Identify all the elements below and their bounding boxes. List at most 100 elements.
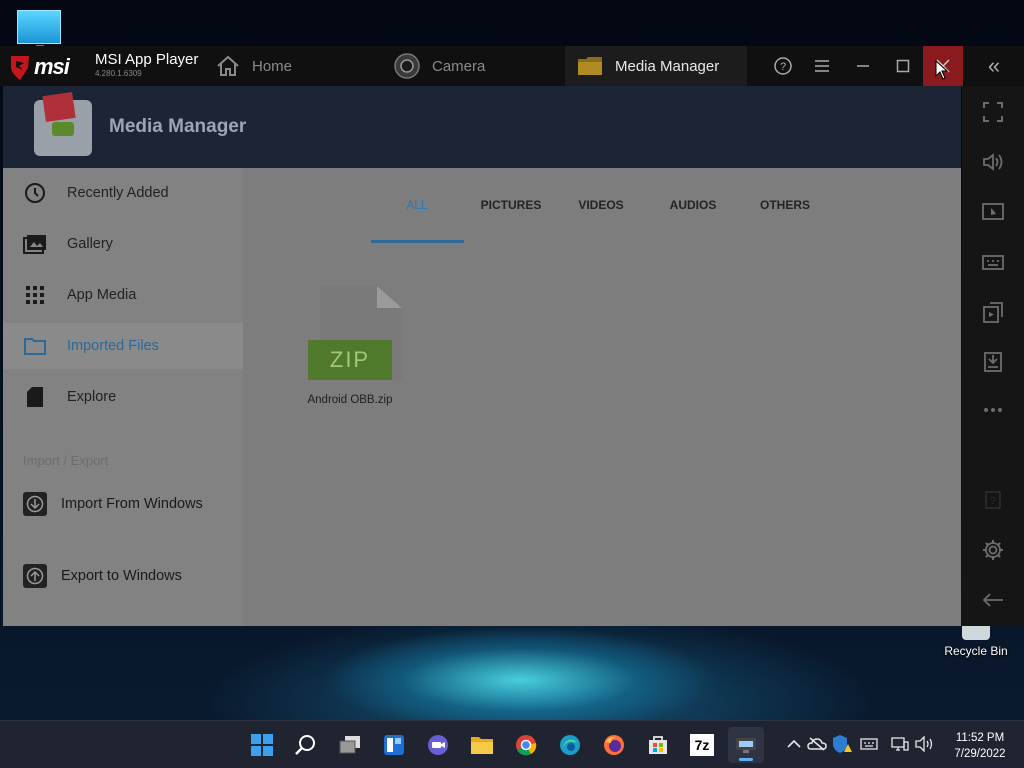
msi-app-player-taskbar-button[interactable] <box>728 727 764 763</box>
volume-button[interactable] <box>977 146 1009 178</box>
install-apk-icon <box>983 302 1003 323</box>
widgets-button[interactable] <box>376 727 412 763</box>
network-icon <box>891 737 909 751</box>
title-bar: msi MSI App Player 4.280.1.6309 Home Cam… <box>0 46 1024 86</box>
show-hidden-icons-button[interactable] <box>784 733 804 755</box>
keyboard-button[interactable] <box>977 246 1009 278</box>
tab-pictures[interactable]: PICTURES <box>471 198 551 228</box>
search-icon <box>295 735 315 755</box>
taskbar: 7z 11:52 PM 7/29/2022 <box>0 720 1024 768</box>
screen-record-icon <box>982 203 1004 220</box>
network-tray-button[interactable] <box>890 733 910 755</box>
onedrive-tray-button[interactable] <box>807 733 827 755</box>
sidebar-item-label: Gallery <box>67 236 113 252</box>
page-title: Media Manager <box>109 116 247 137</box>
install-apk-button[interactable] <box>977 296 1009 328</box>
hamburger-menu-icon <box>815 60 829 72</box>
this-pc-desktop-icon[interactable] <box>17 10 61 51</box>
fullscreen-button[interactable] <box>977 96 1009 128</box>
sidebar-item-recently-added[interactable]: Recently Added <box>3 170 243 216</box>
7zip-label: 7z <box>694 737 710 753</box>
sidebar-item-label: Imported Files <box>67 338 159 354</box>
media-manager-content: ALL PICTURES VIDEOS AUDIOS OTHERS ZIP An… <box>243 168 961 626</box>
minimize-button[interactable] <box>843 46 883 86</box>
app-name: MSI App Player <box>95 51 199 68</box>
edge-button[interactable] <box>552 727 588 763</box>
home-icon <box>217 55 239 76</box>
sidebar-item-imported-files[interactable]: Imported Files <box>3 323 243 369</box>
chrome-button[interactable] <box>508 727 544 763</box>
help-button[interactable]: ? <box>763 46 803 86</box>
menu-button[interactable] <box>802 46 842 86</box>
speaker-icon <box>915 736 933 752</box>
start-icon <box>251 734 273 756</box>
more-button[interactable] <box>977 394 1009 426</box>
onedrive-offline-icon <box>807 737 827 751</box>
tab-videos[interactable]: VIDEOS <box>565 198 637 228</box>
clock-time: 11:52 PM <box>955 732 1005 744</box>
tab-home[interactable]: Home <box>204 46 304 86</box>
volume-tray-button[interactable] <box>915 733 935 755</box>
sidebar-item-label: Recently Added <box>67 185 169 201</box>
chat-button[interactable] <box>420 727 456 763</box>
search-button[interactable] <box>288 727 324 763</box>
android-screen: Media Manager Recently Added Gallery App… <box>3 86 961 626</box>
store-button[interactable] <box>640 727 676 763</box>
export-to-windows-label: Export to Windows <box>61 568 182 584</box>
help-side-button[interactable]: ? <box>977 484 1009 516</box>
grid-icon <box>23 283 47 307</box>
fullscreen-icon <box>983 102 1003 122</box>
sidebar-item-label: Explore <box>67 389 117 405</box>
back-icon <box>982 593 1003 607</box>
folder-icon <box>23 334 47 358</box>
maximize-button[interactable] <box>883 46 923 86</box>
keyboard-tray-button[interactable] <box>859 733 879 755</box>
help-icon: ? <box>985 491 1001 509</box>
maximize-icon <box>896 59 910 73</box>
more-icon <box>984 408 1002 412</box>
sidebar-item-explore[interactable]: Explore <box>3 374 243 420</box>
app-player-window: msi MSI App Player 4.280.1.6309 Home Cam… <box>0 46 1024 626</box>
edge-icon <box>560 735 580 755</box>
media-manager-header: Media Manager <box>3 86 961 168</box>
volume-icon <box>983 153 1003 171</box>
keyboard-icon <box>982 255 1004 270</box>
screenshot-button[interactable] <box>977 346 1009 378</box>
recycle-bin-label: Recycle Bin <box>944 644 1008 658</box>
app-version: 4.280.1.6309 <box>95 69 142 78</box>
keyboard-icon <box>860 738 878 750</box>
sidebar-item-app-media[interactable]: App Media <box>3 272 243 318</box>
chevron-up-icon <box>787 739 801 748</box>
help-icon: ? <box>774 57 792 75</box>
tab-media-manager-label: Media Manager <box>615 57 720 75</box>
file-explorer-button[interactable] <box>464 727 500 763</box>
collapse-sidebar-button[interactable]: « <box>974 46 1014 86</box>
security-tray-button[interactable] <box>832 733 852 755</box>
file-name: Android OBB.zip <box>307 394 393 406</box>
import-from-windows-label: Import From Windows <box>61 496 203 512</box>
file-item[interactable]: ZIP Android OBB.zip <box>295 286 405 406</box>
settings-button[interactable] <box>977 534 1009 566</box>
tab-all[interactable]: ALL <box>381 198 453 228</box>
clock[interactable]: 11:52 PM 7/29/2022 <box>945 730 1015 762</box>
tab-media-manager[interactable]: Media Manager <box>565 46 747 86</box>
chat-icon <box>428 735 448 755</box>
screen-record-button[interactable] <box>977 196 1009 228</box>
widgets-icon <box>384 735 404 755</box>
7zip-button[interactable]: 7z <box>684 727 720 763</box>
import-from-windows-button[interactable]: Import From Windows <box>3 481 243 527</box>
firefox-button[interactable] <box>596 727 632 763</box>
sidebar-item-gallery[interactable]: Gallery <box>3 221 243 267</box>
tab-others[interactable]: OTHERS <box>749 198 821 228</box>
tab-camera[interactable]: Camera <box>382 46 497 86</box>
zip-file-icon: ZIP <box>308 286 402 382</box>
tab-audios[interactable]: AUDIOS <box>657 198 729 228</box>
minimize-icon <box>857 65 869 67</box>
back-button[interactable] <box>977 584 1009 616</box>
tab-camera-label: Camera <box>432 57 486 75</box>
task-view-button[interactable] <box>332 727 368 763</box>
svg-text:?: ? <box>990 496 996 507</box>
export-to-windows-button[interactable]: Export to Windows <box>3 553 243 599</box>
start-button[interactable] <box>244 727 280 763</box>
export-icon <box>23 564 47 588</box>
